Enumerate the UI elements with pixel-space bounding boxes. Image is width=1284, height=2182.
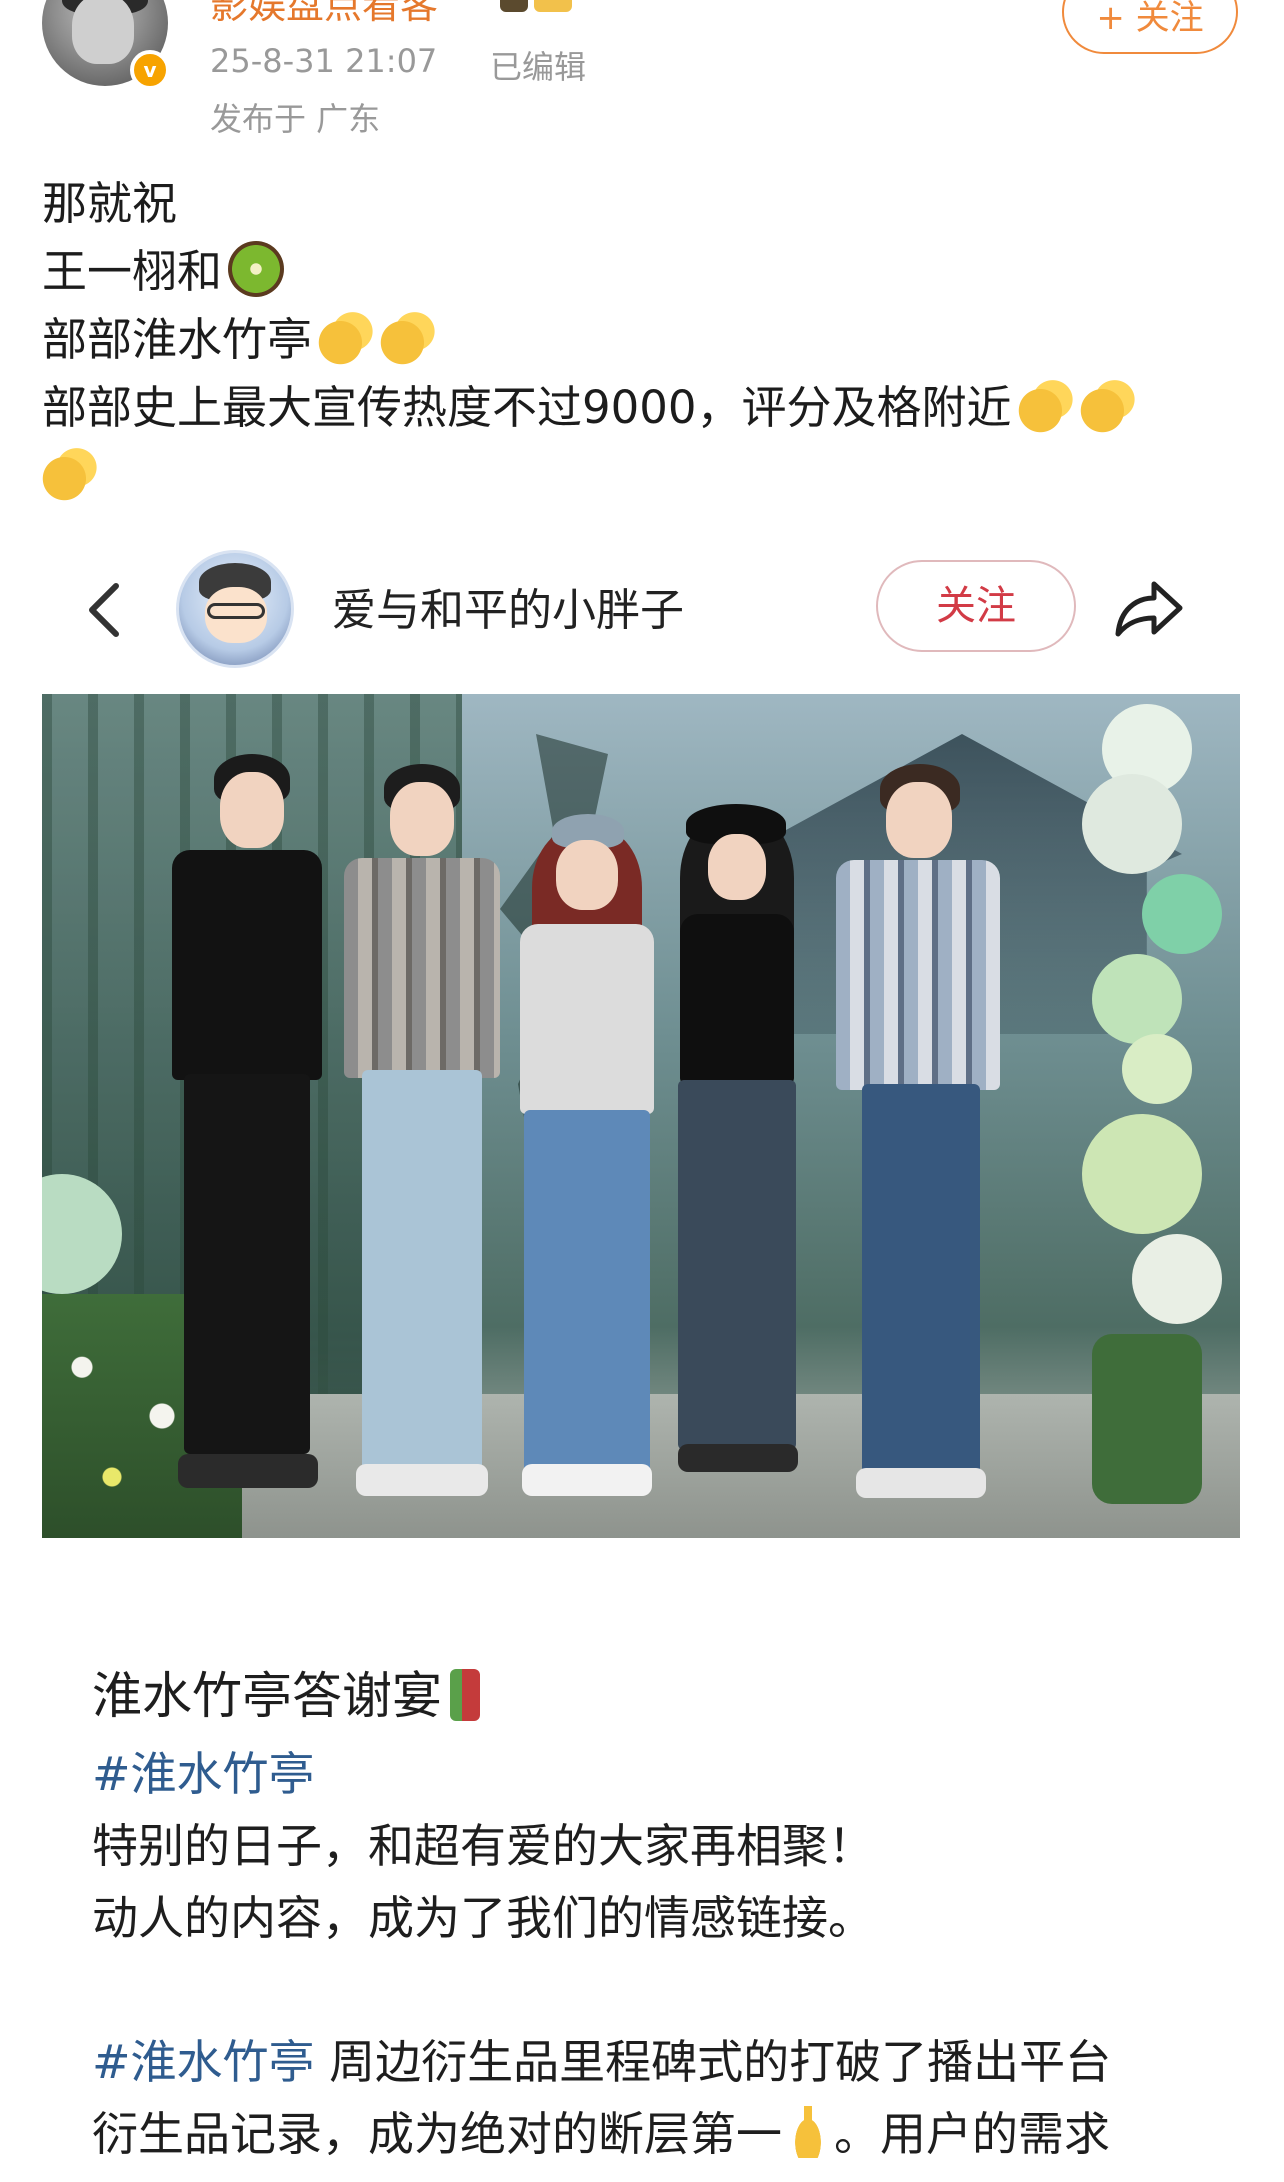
post-timestamp: 25-8-31 21:07 — [210, 42, 438, 80]
caption-line: 特别的日子，和超有爱的大家再相聚！ — [92, 1819, 874, 1873]
hashtag-link[interactable]: #淮水竹亭 — [92, 2035, 315, 2089]
post-location: 发布于 广东 — [210, 100, 381, 138]
embedded-post-header: 爱与和平的小胖子 关注 — [0, 540, 1284, 680]
post-line-4: 部部史上最大宣传热度不过9000，评分及格附近 — [42, 374, 1252, 442]
person-3 — [512, 814, 662, 1514]
person-4 — [662, 804, 812, 1504]
caption-line: 动人的内容，成为了我们的情感链接。 — [92, 1891, 874, 1945]
follow-button[interactable]: + 关注 — [1062, 0, 1238, 54]
level-badge-icon — [534, 0, 572, 12]
embedded-author-username[interactable]: 爱与和平的小胖子 — [332, 574, 684, 638]
person-5 — [832, 764, 1002, 1514]
post-line-2: 王一栩和 — [42, 238, 1252, 306]
event-group-photo[interactable] — [42, 694, 1240, 1538]
post-line-1: 那就祝 — [42, 177, 178, 230]
embedded-author-avatar[interactable] — [176, 550, 294, 668]
post-line-3: 部部淮水竹亭 — [42, 306, 1252, 374]
crown-badge-icon — [500, 0, 528, 12]
caption-text: 衍生品记录，成为绝对的断层第一 — [92, 2107, 782, 2161]
author-username[interactable]: 影娱盘点看客 — [210, 0, 438, 29]
kiwi-emoji-icon — [228, 241, 285, 297]
embedded-follow-button[interactable]: 关注 — [876, 560, 1076, 652]
share-arrow-icon[interactable] — [1110, 576, 1186, 642]
person-1 — [162, 754, 332, 1514]
clapping-hands-icon — [1017, 377, 1074, 433]
caption-text: 周边衍生品里程碑式的打破了播出平台 — [314, 2035, 1112, 2089]
clapping-hands-icon — [1079, 377, 1136, 433]
person-2 — [342, 764, 502, 1514]
hashtag-link[interactable]: #淮水竹亭 — [92, 1747, 315, 1801]
balloon-decoration — [1082, 694, 1240, 1538]
embedded-post-caption: 淮水竹亭答谢宴 #淮水竹亭 特别的日子，和超有爱的大家再相聚！ 动人的内容，成为… — [92, 1660, 1242, 2170]
weibo-post-page: v 影娱盘点看客 25-8-31 21:07 已编辑 发布于 广东 + 关注 那… — [0, 0, 1284, 2182]
edited-label[interactable]: 已编辑 — [490, 42, 586, 88]
user-level-badges — [500, 0, 572, 12]
clapping-hands-icon — [380, 309, 437, 365]
caption-title: 淮水竹亭答谢宴 — [92, 1660, 1242, 1738]
clapping-hands-icon — [318, 309, 375, 365]
bamboo-emoji-icon — [450, 1669, 480, 1721]
post-text: 那就祝 王一栩和 部部淮水竹亭 部部史上最大宣传热度不过9000，评分及格附近 — [42, 170, 1252, 510]
caption-text: 。用户的需求 — [834, 2107, 1110, 2161]
verified-badge-icon: v — [130, 50, 170, 90]
clapping-hands-icon — [42, 445, 98, 501]
pointing-up-emoji-icon — [788, 2106, 828, 2158]
post-line-5 — [42, 442, 1252, 510]
chevron-left-icon[interactable] — [84, 580, 124, 640]
